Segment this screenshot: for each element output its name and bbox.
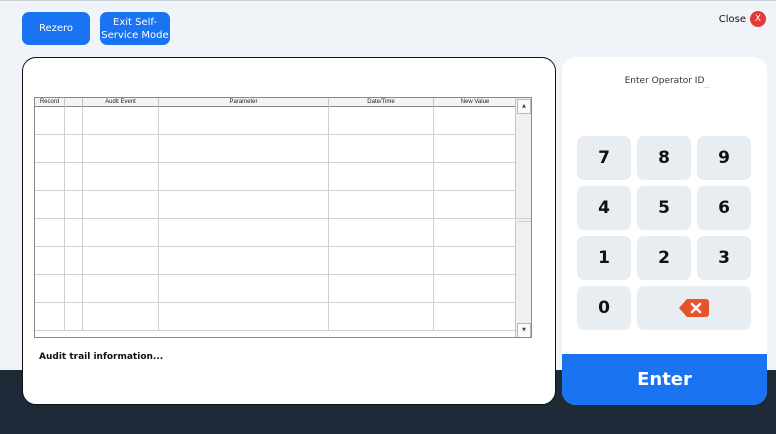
column-header-parameter: Parameter bbox=[159, 98, 329, 107]
table-cell[interactable] bbox=[434, 163, 517, 191]
audit-trail-panel: Record Audit Event Parameter Date/Time N… bbox=[22, 57, 556, 405]
keypad-key-4[interactable]: 4 bbox=[577, 186, 631, 230]
scroll-up-icon[interactable]: ▲ bbox=[517, 99, 531, 114]
rezero-button[interactable]: Rezero bbox=[22, 12, 90, 45]
table-cell[interactable] bbox=[159, 219, 329, 247]
table-cell[interactable] bbox=[329, 191, 434, 219]
enter-label: Enter bbox=[637, 369, 692, 390]
operator-id-field[interactable] bbox=[704, 87, 710, 88]
enter-button[interactable]: Enter bbox=[562, 354, 767, 405]
table-cell[interactable] bbox=[65, 107, 83, 135]
table-cell[interactable] bbox=[434, 191, 517, 219]
table-cell[interactable] bbox=[35, 135, 65, 163]
table-cell[interactable] bbox=[329, 107, 434, 135]
keypad-key-2[interactable]: 2 bbox=[637, 236, 691, 280]
table-cell[interactable] bbox=[83, 275, 159, 303]
backspace-button[interactable] bbox=[637, 286, 751, 330]
table-cell[interactable] bbox=[83, 191, 159, 219]
keypad-key-8[interactable]: 8 bbox=[637, 136, 691, 180]
table-cell[interactable] bbox=[83, 247, 159, 275]
close-button[interactable]: Close X bbox=[719, 11, 766, 27]
keypad-key-9[interactable]: 9 bbox=[697, 136, 751, 180]
keypad-key-3[interactable]: 3 bbox=[697, 236, 751, 280]
table-cell[interactable] bbox=[35, 303, 65, 331]
column-header-record: Record bbox=[35, 98, 65, 107]
table-cell[interactable] bbox=[329, 219, 434, 247]
table-cell[interactable] bbox=[65, 191, 83, 219]
keypad-key-5[interactable]: 5 bbox=[637, 186, 691, 230]
table-cell[interactable] bbox=[159, 247, 329, 275]
table-cell[interactable] bbox=[434, 219, 517, 247]
table-cell[interactable] bbox=[434, 275, 517, 303]
backspace-icon bbox=[679, 299, 709, 317]
keypad-key-7[interactable]: 7 bbox=[577, 136, 631, 180]
table-cell[interactable] bbox=[83, 163, 159, 191]
table-cell[interactable] bbox=[159, 303, 329, 331]
table-cell[interactable] bbox=[35, 191, 65, 219]
table-cell[interactable] bbox=[83, 219, 159, 247]
table-cell[interactable] bbox=[35, 219, 65, 247]
table-cell[interactable] bbox=[159, 191, 329, 219]
table-cell[interactable] bbox=[35, 247, 65, 275]
audit-table-grid: Record Audit Event Parameter Date/Time N… bbox=[35, 98, 517, 337]
scroll-down-icon[interactable]: ▼ bbox=[517, 323, 531, 337]
table-cell[interactable] bbox=[65, 247, 83, 275]
table-cell[interactable] bbox=[35, 163, 65, 191]
table-cell[interactable] bbox=[65, 275, 83, 303]
exit-label-line2: Service Mode bbox=[101, 29, 169, 41]
exit-label-line1: Exit Self- bbox=[113, 16, 157, 28]
column-header-new-value: New Value bbox=[434, 98, 517, 107]
table-cell[interactable] bbox=[434, 135, 517, 163]
column-header-blank bbox=[65, 98, 83, 107]
table-cell[interactable] bbox=[434, 303, 517, 331]
table-cell[interactable] bbox=[329, 247, 434, 275]
table-cell[interactable] bbox=[35, 107, 65, 135]
close-label: Close bbox=[718, 13, 746, 25]
keypad-key-0[interactable]: 0 bbox=[577, 286, 631, 330]
table-cell[interactable] bbox=[159, 163, 329, 191]
operator-keypad-panel: Enter Operator ID 7 8 9 4 5 6 1 2 3 0 En… bbox=[562, 57, 767, 405]
column-header-audit-event: Audit Event bbox=[83, 98, 159, 107]
table-cell[interactable] bbox=[159, 107, 329, 135]
operator-id-prompt: Enter Operator ID bbox=[624, 76, 705, 86]
table-cell[interactable] bbox=[35, 275, 65, 303]
table-cell[interactable] bbox=[434, 247, 517, 275]
table-cell[interactable] bbox=[329, 275, 434, 303]
table-cell[interactable] bbox=[159, 135, 329, 163]
rezero-label: Rezero bbox=[38, 23, 74, 34]
table-cell[interactable] bbox=[65, 303, 83, 331]
table-cell[interactable] bbox=[83, 135, 159, 163]
table-cell[interactable] bbox=[65, 163, 83, 191]
keypad-key-1[interactable]: 1 bbox=[577, 236, 631, 280]
audit-table: Record Audit Event Parameter Date/Time N… bbox=[34, 97, 532, 338]
table-cell[interactable] bbox=[65, 219, 83, 247]
table-cell[interactable] bbox=[65, 135, 83, 163]
table-cell[interactable] bbox=[83, 303, 159, 331]
audit-trail-info: Audit trail information... bbox=[39, 352, 164, 362]
table-cell[interactable] bbox=[329, 135, 434, 163]
table-scrollbar[interactable]: ▲ ▼ bbox=[515, 98, 531, 337]
keypad-key-6[interactable]: 6 bbox=[697, 186, 751, 230]
exit-self-service-button[interactable]: Exit Self- Service Mode bbox=[100, 12, 170, 45]
column-header-date-time: Date/Time bbox=[329, 98, 434, 107]
table-cell[interactable] bbox=[329, 163, 434, 191]
scroll-grip-icon[interactable] bbox=[517, 218, 531, 222]
table-cell[interactable] bbox=[159, 275, 329, 303]
table-cell[interactable] bbox=[329, 303, 434, 331]
table-cell[interactable] bbox=[434, 107, 517, 135]
close-icon: X bbox=[750, 11, 766, 27]
table-cell[interactable] bbox=[83, 107, 159, 135]
